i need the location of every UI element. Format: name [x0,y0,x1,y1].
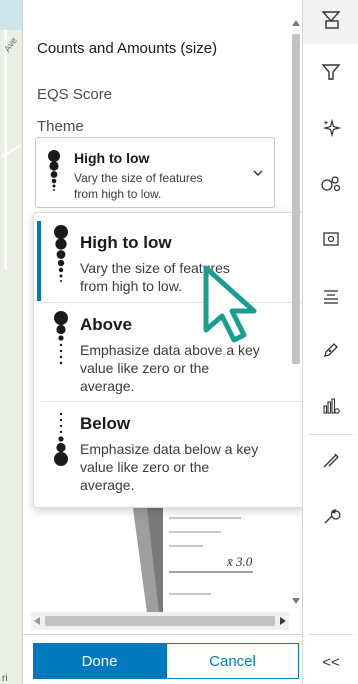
styles-button[interactable] [303,0,358,44]
labels-icon [321,286,341,311]
filter-icon [321,62,341,87]
horizontal-scrollbar[interactable] [31,612,289,630]
option-title: Below [80,414,131,433]
effects-button[interactable] [303,108,358,152]
done-button[interactable]: Done [33,643,166,679]
theme-option-high-to-low[interactable]: High to low Vary the size of features fr… [34,213,307,305]
theme-option-below[interactable]: Below Emphasize data below a key value l… [34,402,307,508]
scroll-up-arrow-icon[interactable] [292,20,300,26]
map-attribution: ri [2,673,8,684]
high-to-low-icon [44,150,64,205]
mean-label: x̄ 3.0 [227,554,253,569]
configure-button[interactable] [303,496,358,540]
theme-option-above[interactable]: Above Emphasize data above a key value l… [34,303,307,401]
labels-button[interactable] [303,276,358,320]
clustering-button[interactable] [303,164,358,208]
chevron-down-icon [252,166,264,178]
selected-theme-title: High to low [74,150,150,166]
popups-icon [321,230,341,255]
theme-label: Theme [37,118,84,135]
edit-button[interactable] [303,330,358,374]
charts-button[interactable] [303,386,358,430]
toolbar-divider [309,434,353,435]
panel-title: Counts and Amounts (size) [37,40,218,57]
collapse-button[interactable]: << [303,640,358,684]
filter-button[interactable] [303,52,358,96]
styles-icon [320,9,342,36]
option-description: Emphasize data below a key value like ze… [80,441,259,493]
cancel-button[interactable]: Cancel [166,643,299,679]
scroll-thumb[interactable] [292,34,300,364]
scroll-thumb[interactable] [45,616,275,626]
footer-divider [23,634,303,635]
theme-select[interactable]: High to low Vary the size of features fr… [35,137,275,208]
clustering-icon [320,174,342,199]
map-road [4,30,7,270]
wrench-icon [321,506,341,531]
sketch-button[interactable] [303,440,358,484]
pointer-cursor-icon [196,264,266,344]
field-name: EQS Score [37,86,113,103]
option-title: High to low [80,233,172,252]
right-toolbar: << [302,0,358,684]
below-icon [50,410,72,477]
sketch-icon [321,450,341,475]
selected-indicator [37,221,41,301]
vertical-scrollbar[interactable] [289,10,303,610]
effects-icon [321,118,342,143]
high-to-low-icon [50,225,72,300]
toolbar-divider [309,634,353,635]
size-histogram: x̄ 3.0 [133,508,253,613]
map-water [0,0,22,30]
option-title: Above [80,315,132,334]
theme-dropdown-list: High to low Vary the size of features fr… [33,212,306,508]
map-view-strip[interactable]: Ave ri [0,0,22,684]
scroll-right-arrow-icon[interactable] [280,617,286,625]
scroll-left-arrow-icon[interactable] [34,617,40,625]
above-icon [50,311,72,376]
scroll-down-arrow-icon[interactable] [292,598,300,604]
charts-icon [321,396,341,421]
popups-button[interactable] [303,220,358,264]
selected-theme-description: Vary the size of features from high to l… [74,171,203,201]
edit-icon [321,340,341,365]
option-description: Emphasize data above a key value like ze… [80,342,260,394]
